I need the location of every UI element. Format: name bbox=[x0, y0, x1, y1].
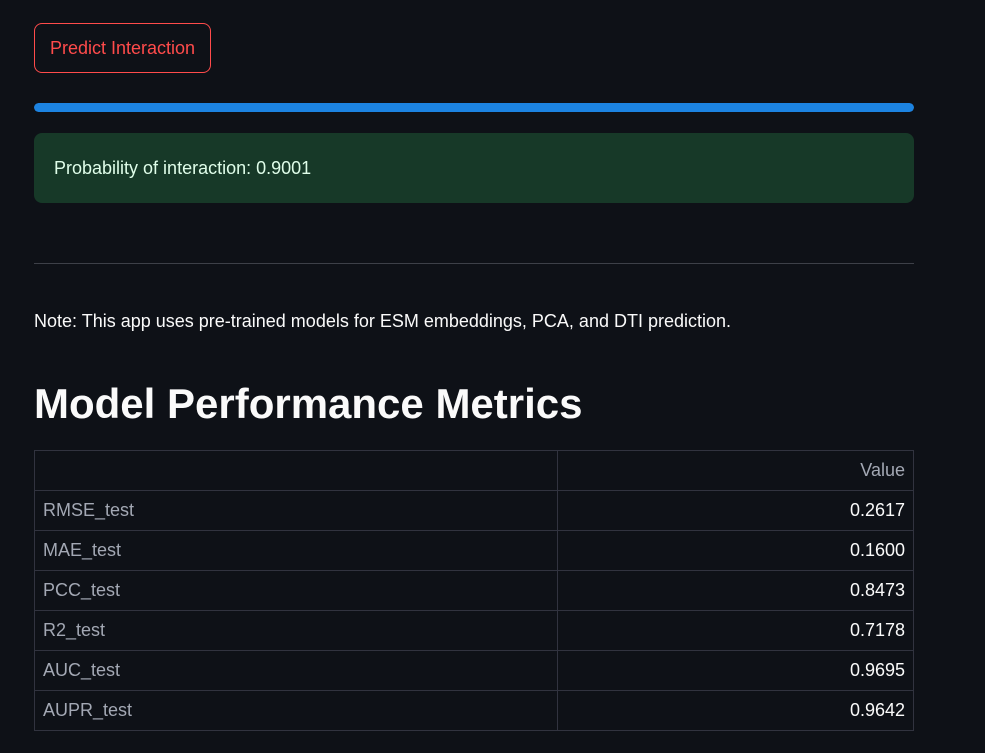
metric-name: R2_test bbox=[34, 610, 558, 651]
metric-value: 0.2617 bbox=[557, 490, 914, 531]
table-row: MAE_test 0.1600 bbox=[34, 530, 914, 571]
metrics-table: Value RMSE_test 0.2617 MAE_test 0.1600 P… bbox=[34, 450, 914, 731]
prediction-result-alert: Probability of interaction: 0.9001 bbox=[34, 133, 914, 203]
app-note: Note: This app uses pre-trained models f… bbox=[34, 311, 732, 331]
table-header-index bbox=[34, 450, 558, 491]
metrics-title: Model Performance Metrics bbox=[34, 380, 583, 427]
metric-name: AUC_test bbox=[34, 650, 558, 691]
metric-name: MAE_test bbox=[34, 530, 558, 571]
metric-value: 0.1600 bbox=[557, 530, 914, 571]
metric-value: 0.9695 bbox=[557, 650, 914, 691]
predict-interaction-button[interactable]: Predict Interaction bbox=[34, 23, 212, 73]
table-row: PCC_test 0.8473 bbox=[34, 570, 914, 611]
table-row: AUPR_test 0.9642 bbox=[34, 690, 914, 731]
table-header-value: Value bbox=[557, 450, 914, 491]
prediction-result-text: Probability of interaction: 0.9001 bbox=[54, 158, 312, 178]
divider bbox=[34, 263, 914, 264]
metric-value: 0.9642 bbox=[557, 690, 914, 731]
metric-name: RMSE_test bbox=[34, 490, 558, 531]
progress-bar-fill bbox=[34, 103, 914, 112]
metric-name: PCC_test bbox=[34, 570, 558, 611]
progress-bar bbox=[34, 103, 914, 112]
table-header-row: Value bbox=[34, 450, 914, 491]
table-row: R2_test 0.7178 bbox=[34, 610, 914, 651]
table-row: RMSE_test 0.2617 bbox=[34, 490, 914, 531]
metric-name: AUPR_test bbox=[34, 690, 558, 731]
metric-value: 0.7178 bbox=[557, 610, 914, 651]
table-row: AUC_test 0.9695 bbox=[34, 650, 914, 691]
metric-value: 0.8473 bbox=[557, 570, 914, 611]
app-page: Predict Interaction Probability of inter… bbox=[0, 0, 985, 753]
